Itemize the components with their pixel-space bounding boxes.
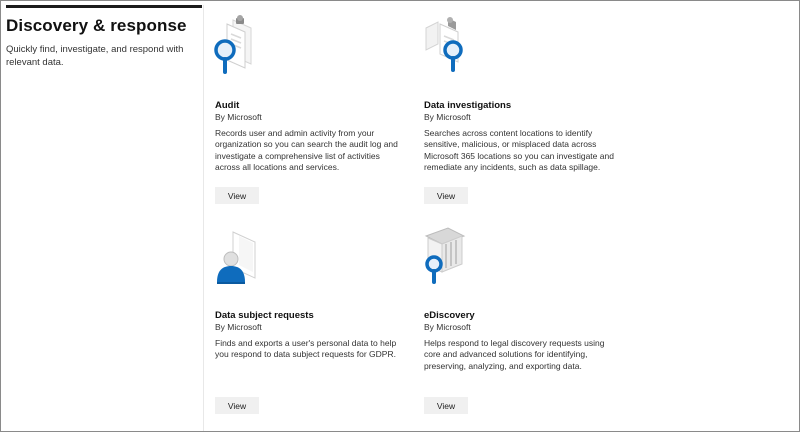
- person-document-icon: [209, 224, 269, 288]
- card-publisher: By Microsoft: [215, 322, 262, 332]
- card-data-subject-requests: Data subject requests By Microsoft Finds…: [215, 224, 415, 432]
- card-data-investigations: Data investigations By Microsoft Searche…: [424, 14, 624, 224]
- card-title: eDiscovery: [424, 310, 475, 321]
- page-title: Discovery & response: [6, 16, 187, 35]
- card-ediscovery: eDiscovery By Microsoft Helps respond to…: [424, 224, 624, 432]
- card-title: Audit: [215, 100, 240, 111]
- card-title: Data investigations: [424, 100, 512, 111]
- audit-document-magnifier-icon: [209, 14, 269, 78]
- card-title: Data subject requests: [215, 310, 314, 321]
- page-description: Quickly find, investigate, and respond w…: [6, 44, 184, 68]
- view-ediscovery-button[interactable]: View: [424, 397, 468, 414]
- title-accent-bar: [6, 5, 202, 8]
- card-description: Helps respond to legal discovery request…: [424, 338, 605, 371]
- card-publisher: By Microsoft: [424, 112, 471, 122]
- view-data-investigations-button[interactable]: View: [424, 187, 468, 204]
- card-publisher: By Microsoft: [424, 322, 471, 332]
- view-data-subject-requests-button[interactable]: View: [215, 397, 259, 414]
- left-panel: Discovery & response Quickly find, inves…: [0, 0, 203, 430]
- card-audit: Audit By Microsoft Records user and admi…: [214, 14, 415, 224]
- panel-divider: [203, 5, 204, 431]
- card-description: Searches across content locations to ide…: [424, 128, 614, 173]
- card-description: Records user and admin activity from you…: [215, 128, 398, 173]
- courthouse-magnifier-icon: [418, 224, 478, 288]
- view-audit-button[interactable]: View: [215, 187, 259, 204]
- data-investigation-magnifier-icon: [418, 14, 478, 78]
- card-description: Finds and exports a user's personal data…: [215, 338, 397, 360]
- card-publisher: By Microsoft: [215, 112, 262, 122]
